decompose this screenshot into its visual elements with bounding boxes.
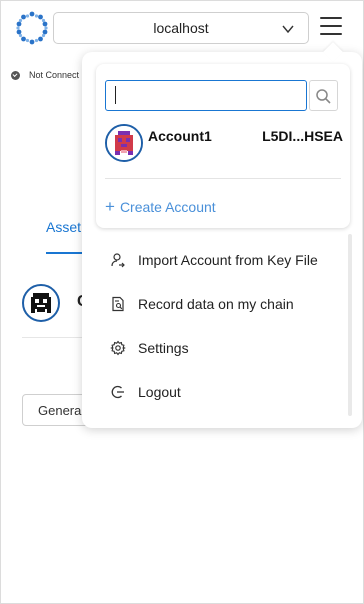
plus-icon: +	[105, 197, 115, 216]
menu-item-label: Record data on my chain	[138, 296, 294, 312]
create-account-button[interactable]: + Create Account	[105, 198, 216, 215]
menu-item-logout[interactable]: Logout	[110, 380, 181, 404]
user-import-icon	[111, 253, 125, 268]
account-menu-panel: Account1 L5DI...HSEA + Create Account Im…	[82, 42, 362, 428]
search-icon	[316, 89, 331, 104]
network-select[interactable]: localhost	[53, 12, 309, 44]
status-check-icon	[11, 70, 20, 80]
connection-status-label: Not Connect	[29, 70, 80, 80]
network-logo-icon[interactable]	[15, 11, 49, 45]
menu-caret	[323, 42, 343, 62]
network-select-value: localhost	[153, 20, 209, 36]
divider	[22, 337, 84, 338]
account-search-input[interactable]	[105, 80, 307, 111]
create-account-label: Create Account	[119, 198, 216, 215]
search-button[interactable]	[309, 80, 338, 111]
chevron-down-icon	[282, 25, 294, 34]
text-cursor	[115, 86, 116, 104]
menu-item-import-account[interactable]: Import Account from Key File	[110, 248, 318, 272]
tab-assets-indicator	[46, 252, 84, 254]
menu-item-record-data[interactable]: Record data on my chain	[110, 292, 294, 316]
tab-assets[interactable]: Asset	[46, 219, 81, 235]
account-list-card: Account1 L5DI...HSEA + Create Account	[96, 64, 350, 228]
menu-item-label: Import Account from Key File	[138, 252, 318, 268]
menu-item-label: Logout	[138, 384, 181, 400]
logout-icon	[111, 385, 124, 399]
menu-line	[320, 25, 342, 27]
menu-scrollbar[interactable]	[348, 234, 352, 416]
menu-item-settings[interactable]: Settings	[110, 336, 189, 360]
menu-item-label: Settings	[138, 340, 189, 356]
asset-avatar	[22, 284, 60, 322]
account-address: L5DI...HSEA	[262, 128, 343, 144]
gear-icon	[110, 340, 126, 356]
menu-line	[320, 17, 342, 19]
account-name: Account1	[148, 128, 212, 144]
document-search-icon	[112, 296, 124, 312]
menu-line	[320, 33, 342, 35]
account-avatar	[105, 124, 143, 162]
hamburger-menu-icon[interactable]	[319, 14, 345, 40]
connection-status: Not Connect	[11, 70, 79, 80]
divider	[105, 178, 341, 179]
account-list-item[interactable]: Account1 L5DI...HSEA	[105, 124, 343, 172]
